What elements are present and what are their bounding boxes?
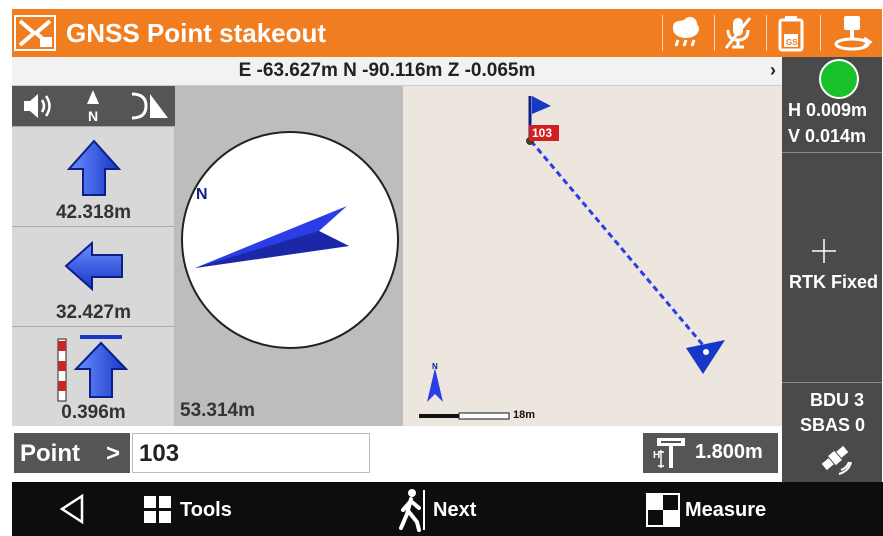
stakeout-mode-icon[interactable]	[122, 86, 174, 126]
gnss-status-panel[interactable]: H 0.009m V 0.014m RTK Fixed BDU 3 SBAS 0	[782, 57, 882, 482]
forward-distance: 42.318m	[55, 202, 131, 223]
coordinate-bar[interactable]: E -63.627m N -90.116m Z -0.065m ›	[12, 57, 782, 86]
mic-off-icon[interactable]	[720, 14, 756, 52]
next-label: Next	[433, 499, 477, 521]
tools-button[interactable]: Tools	[142, 482, 252, 536]
stakeout-map[interactable]: 103 N 18m	[403, 86, 782, 426]
arrow-up-icon	[66, 139, 122, 202]
app-logo-icon[interactable]	[14, 15, 56, 51]
scale-bar-label: 18m	[513, 409, 536, 421]
header-divider	[662, 15, 663, 51]
point-label: Point	[20, 440, 80, 467]
coordinate-readout: E -63.627m N -90.116m Z -0.065m	[238, 60, 536, 81]
battery-icon[interactable]: GS	[774, 14, 810, 52]
v-precision: V 0.014m	[788, 126, 867, 146]
chevron-right-icon: >	[106, 440, 121, 467]
target-distance: 53.314m	[180, 400, 256, 421]
speaker-icon[interactable]	[12, 86, 64, 126]
compass-panel: N 53.314m	[175, 86, 403, 426]
grid-icon	[144, 496, 171, 523]
measure-label: Measure	[685, 499, 767, 521]
back-icon	[59, 493, 84, 525]
antenna-h-label: H	[653, 450, 661, 461]
measure-button[interactable]: Measure	[645, 482, 785, 536]
lateral-distance: 32.427m	[55, 302, 131, 323]
map-canvas	[419, 96, 725, 420]
bdu-count: BDU 3	[810, 390, 865, 410]
fix-status-indicator	[819, 59, 859, 99]
point-selector-row: Point > 103 H 1.800m	[12, 426, 782, 482]
target-flag-icon	[532, 96, 551, 114]
crosshair-icon	[812, 239, 836, 268]
walking-person-icon	[399, 489, 425, 532]
point-select-button[interactable]: Point >	[14, 433, 130, 473]
satellite-icon	[817, 440, 853, 481]
chevron-right-icon[interactable]: ›	[770, 60, 776, 81]
navigation-panel: N N 42.318m	[12, 86, 175, 426]
weather-icon[interactable]	[668, 14, 704, 52]
battery-label: GS	[786, 38, 798, 47]
compass-dial	[181, 131, 399, 349]
arrow-up-height-icon	[73, 333, 129, 404]
page-title: GNSS Point stakeout	[66, 18, 327, 48]
solution-type: RTK Fixed	[789, 272, 879, 292]
map-north-label: N	[432, 362, 438, 371]
map-north-icon	[427, 368, 443, 402]
app-window: GNSS Point stakeout GS E -63.627m N -90.…	[0, 0, 883, 536]
arrow-left-icon	[64, 240, 124, 296]
receiver-icon[interactable]	[830, 14, 874, 52]
forward-distance-cell: 42.318m	[12, 126, 175, 226]
measure-icon	[646, 493, 680, 527]
status-divider	[782, 152, 882, 153]
map-point-label: 103	[532, 126, 553, 140]
h-precision: H 0.009m	[788, 100, 868, 120]
svg-text:N: N	[88, 108, 98, 124]
sbas-count: SBAS 0	[800, 415, 866, 435]
header-divider	[820, 15, 821, 51]
height-distance-cell: 0.396m	[12, 326, 175, 426]
stakeout-line	[529, 140, 710, 352]
title-bar: GNSS Point stakeout GS	[12, 9, 882, 57]
header-divider	[766, 15, 767, 51]
bottom-action-bar: Tools Next Measure	[12, 482, 883, 536]
next-button[interactable]: Next	[397, 482, 507, 536]
lateral-distance-cell: 32.427m	[12, 226, 175, 326]
back-button[interactable]	[52, 482, 112, 536]
header-divider	[714, 15, 715, 51]
compass-north-label: N	[196, 186, 208, 203]
level-rod-icon	[52, 337, 72, 408]
point-id-field[interactable]: 103	[132, 433, 370, 473]
tools-label: Tools	[180, 499, 232, 521]
antenna-height-button[interactable]: H 1.800m	[643, 433, 778, 473]
antenna-height-value: 1.800m	[695, 441, 763, 463]
current-position-marker	[686, 340, 725, 374]
nav-toolbar: N N	[12, 86, 175, 126]
status-divider	[782, 382, 882, 383]
height-distance: 0.396m	[61, 402, 126, 423]
north-up-icon[interactable]: N N	[67, 86, 119, 126]
